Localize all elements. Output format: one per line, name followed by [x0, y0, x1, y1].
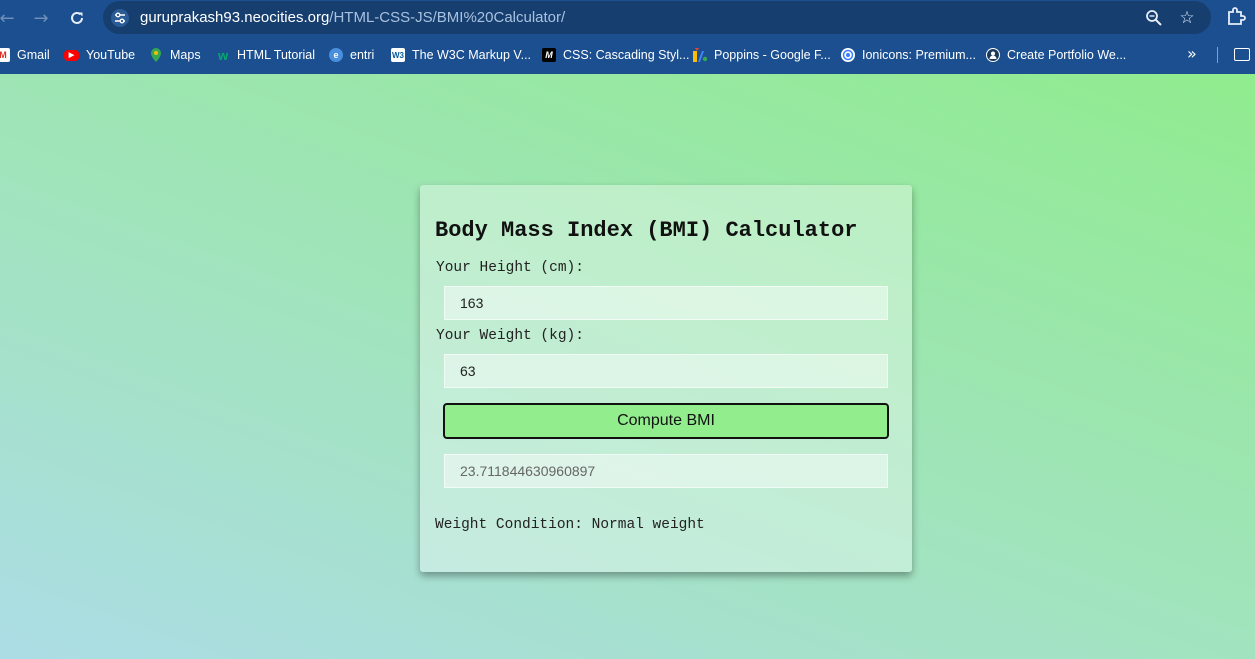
bookmarks-divider — [1217, 47, 1218, 63]
forward-arrow-icon[interactable]: → — [28, 5, 54, 31]
back-arrow-icon[interactable]: ← — [0, 5, 20, 31]
bookmark-entri[interactable]: e entri — [329, 46, 374, 64]
bookmark-label: CSS: Cascading Styl... — [563, 48, 690, 62]
height-input[interactable] — [444, 286, 888, 320]
url-path: /HTML-CSS-JS/BMI%20Calculator/ — [329, 9, 566, 26]
url-text[interactable]: guruprakash93.neocities.org/HTML-CSS-JS/… — [140, 9, 565, 26]
bmi-result-field: 23.711844630960897 — [444, 454, 888, 488]
bookmark-label: entri — [350, 48, 375, 62]
bookmark-label: YouTube — [86, 48, 136, 62]
extensions-icon[interactable] — [1226, 6, 1248, 28]
bookmark-star-icon[interactable]: ☆ — [1176, 7, 1198, 29]
bookmark-label: Create Portfolio We... — [1007, 48, 1127, 62]
weight-label: Your Weight (kg): — [436, 328, 584, 344]
bookmark-create-portfolio[interactable]: Create Portfolio We... — [986, 46, 1126, 64]
browser-toolbar: ← → guruprakash93.neocities.org/HTML-CSS… — [0, 0, 1255, 36]
bookmarks-bar: M Gmail ▶ YouTube Maps w HTML Tutorial e… — [0, 36, 1255, 74]
bookmark-label: Gmail — [17, 48, 50, 62]
gmail-icon: M — [0, 48, 10, 62]
compute-bmi-button[interactable]: Compute BMI — [443, 403, 889, 439]
bookmark-gmail[interactable]: M Gmail — [0, 46, 50, 64]
google-fonts-icon — [693, 48, 707, 62]
page-background: Body Mass Index (BMI) Calculator Your He… — [0, 74, 1255, 659]
site-info-icon[interactable] — [111, 9, 129, 27]
bookmark-html-tutorial[interactable]: w HTML Tutorial — [216, 46, 315, 64]
bmi-calculator-card: Body Mass Index (BMI) Calculator Your He… — [420, 185, 912, 572]
reload-icon[interactable] — [64, 5, 90, 31]
url-host: guruprakash93.neocities.org — [140, 9, 330, 26]
w3c-icon: W3 — [391, 48, 405, 62]
weight-input[interactable] — [444, 354, 888, 388]
bookmark-label: The W3C Markup V... — [412, 48, 532, 62]
height-label: Your Height (cm): — [436, 260, 584, 276]
bookmark-label: HTML Tutorial — [237, 48, 316, 62]
maps-icon — [149, 48, 163, 62]
folder-icon[interactable] — [1234, 48, 1250, 61]
address-bar[interactable]: guruprakash93.neocities.org/HTML-CSS-JS/… — [103, 1, 1211, 34]
bookmark-poppins[interactable]: Poppins - Google F... — [693, 46, 831, 64]
bookmark-label: Maps — [170, 48, 201, 62]
mdn-icon: M — [542, 48, 556, 62]
zoom-icon[interactable] — [1143, 7, 1165, 29]
bookmark-label: Poppins - Google F... — [714, 48, 831, 62]
weight-condition-value: Normal weight — [591, 517, 705, 533]
entri-icon: e — [329, 48, 343, 62]
youtube-icon: ▶ — [64, 49, 79, 61]
bookmarks-overflow-icon[interactable]: » — [1187, 44, 1197, 63]
weight-condition-label: Weight Condition: — [435, 517, 583, 533]
weight-condition: Weight Condition: Normal weight — [435, 517, 705, 533]
bookmark-label: Ionicons: Premium... — [862, 48, 976, 62]
browser-chrome: ← → guruprakash93.neocities.org/HTML-CSS… — [0, 0, 1255, 74]
bookmark-ionicons[interactable]: Ionicons: Premium... — [841, 46, 976, 64]
bookmark-maps[interactable]: Maps — [149, 46, 201, 64]
bookmark-youtube[interactable]: ▶ YouTube — [64, 46, 135, 64]
bookmark-w3c-validator[interactable]: W3 The W3C Markup V... — [391, 46, 531, 64]
bookmark-css-mdn[interactable]: M CSS: Cascading Styl... — [542, 46, 689, 64]
page-title: Body Mass Index (BMI) Calculator — [435, 218, 858, 243]
w3schools-icon: w — [217, 47, 229, 63]
ionicons-icon — [841, 48, 855, 62]
portfolio-icon — [986, 48, 1000, 62]
